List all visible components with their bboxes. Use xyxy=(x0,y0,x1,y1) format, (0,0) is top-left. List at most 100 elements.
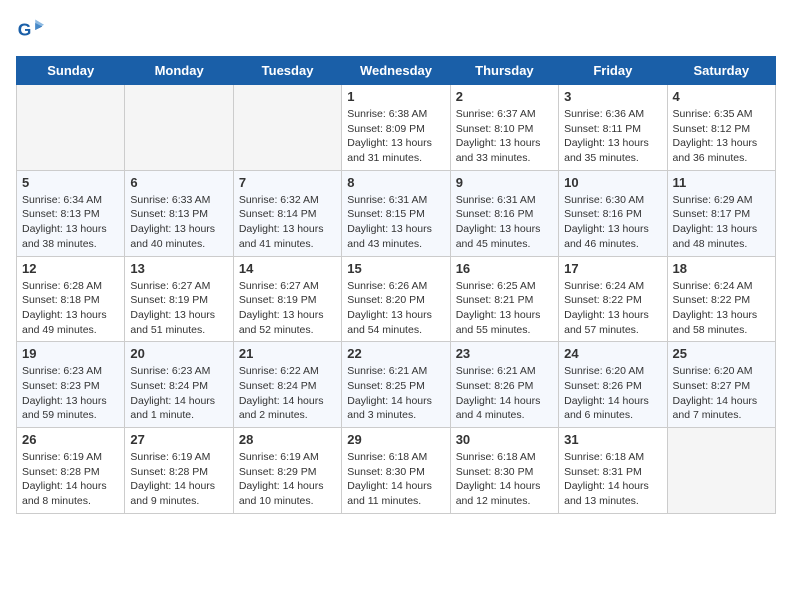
logo: G xyxy=(16,16,48,44)
day-number: 15 xyxy=(347,261,444,276)
day-number: 19 xyxy=(22,346,119,361)
day-info: Sunrise: 6:18 AM Sunset: 8:31 PM Dayligh… xyxy=(564,450,661,509)
calendar-cell xyxy=(17,85,125,171)
day-number: 3 xyxy=(564,89,661,104)
week-row-3: 12Sunrise: 6:28 AM Sunset: 8:18 PM Dayli… xyxy=(17,256,776,342)
weekday-header-monday: Monday xyxy=(125,57,233,85)
day-info: Sunrise: 6:19 AM Sunset: 8:28 PM Dayligh… xyxy=(130,450,227,509)
day-number: 6 xyxy=(130,175,227,190)
calendar-cell: 19 Sunrise: 6:23 AM Sunset: 8:23 PM Dayli… xyxy=(17,342,125,428)
day-info: Sunrise: 6:35 AM Sunset: 8:12 PM Dayligh… xyxy=(673,107,770,166)
day-info: Sunrise: 6:29 AM Sunset: 8:17 PM Dayligh… xyxy=(673,193,770,252)
day-info: Sunrise: 6:23 AM Sunset: 8:23 PM Dayligh… xyxy=(22,364,119,423)
day-info: Sunrise: 6:19 AM Sunset: 8:28 PM Dayligh… xyxy=(22,450,119,509)
calendar-table: SundayMondayTuesdayWednesdayThursdayFrid… xyxy=(16,56,776,514)
day-info: Sunrise: 6:31 AM Sunset: 8:15 PM Dayligh… xyxy=(347,193,444,252)
calendar-cell: 11 Sunrise: 6:29 AM Sunset: 8:17 PM Dayli… xyxy=(667,170,775,256)
day-info: Sunrise: 6:36 AM Sunset: 8:11 PM Dayligh… xyxy=(564,107,661,166)
day-info: Sunrise: 6:25 AM Sunset: 8:21 PM Dayligh… xyxy=(456,279,553,338)
calendar-cell: 14Sunrise: 6:27 AM Sunset: 8:19 PM Dayli… xyxy=(233,256,341,342)
calendar-cell: 15 Sunrise: 6:26 AM Sunset: 8:20 PM Dayli… xyxy=(342,256,450,342)
day-number: 18 xyxy=(673,261,770,276)
weekday-header-tuesday: Tuesday xyxy=(233,57,341,85)
day-info: Sunrise: 6:26 AM Sunset: 8:20 PM Dayligh… xyxy=(347,279,444,338)
calendar-cell: 5 Sunrise: 6:34 AM Sunset: 8:13 PM Daylig… xyxy=(17,170,125,256)
day-number: 26 xyxy=(22,432,119,447)
svg-text:G: G xyxy=(18,19,32,39)
week-row-5: 26 Sunrise: 6:19 AM Sunset: 8:28 PM Dayli… xyxy=(17,428,776,514)
day-number: 30 xyxy=(456,432,553,447)
day-info: Sunrise: 6:19 AM Sunset: 8:29 PM Dayligh… xyxy=(239,450,336,509)
calendar-cell: 22Sunrise: 6:21 AM Sunset: 8:25 PM Dayli… xyxy=(342,342,450,428)
calendar-body: 1Sunrise: 6:38 AM Sunset: 8:09 PM Daylig… xyxy=(17,85,776,514)
day-number: 24 xyxy=(564,346,661,361)
calendar-cell xyxy=(667,428,775,514)
calendar-cell: 1Sunrise: 6:38 AM Sunset: 8:09 PM Daylig… xyxy=(342,85,450,171)
calendar-cell: 31 Sunrise: 6:18 AM Sunset: 8:31 PM Dayli… xyxy=(559,428,667,514)
day-info: Sunrise: 6:27 AM Sunset: 8:19 PM Dayligh… xyxy=(130,279,227,338)
calendar-cell xyxy=(233,85,341,171)
calendar-cell: 8 Sunrise: 6:31 AM Sunset: 8:15 PM Daylig… xyxy=(342,170,450,256)
day-number: 12 xyxy=(22,261,119,276)
calendar-cell: 10 Sunrise: 6:30 AM Sunset: 8:16 PM Dayli… xyxy=(559,170,667,256)
day-number: 25 xyxy=(673,346,770,361)
calendar-cell: 7 Sunrise: 6:32 AM Sunset: 8:14 PM Daylig… xyxy=(233,170,341,256)
weekday-header-wednesday: Wednesday xyxy=(342,57,450,85)
day-number: 28 xyxy=(239,432,336,447)
day-info: Sunrise: 6:20 AM Sunset: 8:26 PM Dayligh… xyxy=(564,364,661,423)
day-info: Sunrise: 6:24 AM Sunset: 8:22 PM Dayligh… xyxy=(564,279,661,338)
day-number: 11 xyxy=(673,175,770,190)
day-info: Sunrise: 6:24 AM Sunset: 8:22 PM Dayligh… xyxy=(673,279,770,338)
calendar-cell: 6Sunrise: 6:33 AM Sunset: 8:13 PM Daylig… xyxy=(125,170,233,256)
day-number: 4 xyxy=(673,89,770,104)
calendar-cell: 25 Sunrise: 6:20 AM Sunset: 8:27 PM Dayli… xyxy=(667,342,775,428)
day-info: Sunrise: 6:20 AM Sunset: 8:27 PM Dayligh… xyxy=(673,364,770,423)
calendar-cell: 18 Sunrise: 6:24 AM Sunset: 8:22 PM Dayli… xyxy=(667,256,775,342)
day-number: 10 xyxy=(564,175,661,190)
calendar-cell: 29 Sunrise: 6:18 AM Sunset: 8:30 PM Dayli… xyxy=(342,428,450,514)
day-number: 20 xyxy=(130,346,227,361)
day-number: 17 xyxy=(564,261,661,276)
calendar-cell: 12Sunrise: 6:28 AM Sunset: 8:18 PM Dayli… xyxy=(17,256,125,342)
day-number: 21 xyxy=(239,346,336,361)
day-number: 7 xyxy=(239,175,336,190)
day-number: 2 xyxy=(456,89,553,104)
calendar-cell: 2Sunrise: 6:37 AM Sunset: 8:10 PM Daylig… xyxy=(450,85,558,171)
header: G xyxy=(16,16,776,44)
weekday-header-row: SundayMondayTuesdayWednesdayThursdayFrid… xyxy=(17,57,776,85)
week-row-1: 1Sunrise: 6:38 AM Sunset: 8:09 PM Daylig… xyxy=(17,85,776,171)
day-info: Sunrise: 6:23 AM Sunset: 8:24 PM Dayligh… xyxy=(130,364,227,423)
week-row-4: 19 Sunrise: 6:23 AM Sunset: 8:23 PM Dayli… xyxy=(17,342,776,428)
day-info: Sunrise: 6:21 AM Sunset: 8:26 PM Dayligh… xyxy=(456,364,553,423)
calendar-cell: 17 Sunrise: 6:24 AM Sunset: 8:22 PM Dayli… xyxy=(559,256,667,342)
calendar-cell: 13 Sunrise: 6:27 AM Sunset: 8:19 PM Dayli… xyxy=(125,256,233,342)
weekday-header-sunday: Sunday xyxy=(17,57,125,85)
day-info: Sunrise: 6:34 AM Sunset: 8:13 PM Dayligh… xyxy=(22,193,119,252)
calendar-cell: 3 Sunrise: 6:36 AM Sunset: 8:11 PM Daylig… xyxy=(559,85,667,171)
day-info: Sunrise: 6:18 AM Sunset: 8:30 PM Dayligh… xyxy=(347,450,444,509)
calendar-cell: 9 Sunrise: 6:31 AM Sunset: 8:16 PM Daylig… xyxy=(450,170,558,256)
day-number: 5 xyxy=(22,175,119,190)
calendar-cell: 26 Sunrise: 6:19 AM Sunset: 8:28 PM Dayli… xyxy=(17,428,125,514)
day-number: 8 xyxy=(347,175,444,190)
calendar-cell: 23 Sunrise: 6:21 AM Sunset: 8:26 PM Dayli… xyxy=(450,342,558,428)
day-number: 27 xyxy=(130,432,227,447)
weekday-header-friday: Friday xyxy=(559,57,667,85)
day-number: 29 xyxy=(347,432,444,447)
day-number: 23 xyxy=(456,346,553,361)
day-number: 13 xyxy=(130,261,227,276)
day-info: Sunrise: 6:27 AM Sunset: 8:19 PM Dayligh… xyxy=(239,279,336,338)
week-row-2: 5 Sunrise: 6:34 AM Sunset: 8:13 PM Daylig… xyxy=(17,170,776,256)
calendar-cell: 20 Sunrise: 6:23 AM Sunset: 8:24 PM Dayli… xyxy=(125,342,233,428)
calendar-cell: 30Sunrise: 6:18 AM Sunset: 8:30 PM Dayli… xyxy=(450,428,558,514)
day-info: Sunrise: 6:30 AM Sunset: 8:16 PM Dayligh… xyxy=(564,193,661,252)
day-info: Sunrise: 6:32 AM Sunset: 8:14 PM Dayligh… xyxy=(239,193,336,252)
calendar-cell: 16Sunrise: 6:25 AM Sunset: 8:21 PM Dayli… xyxy=(450,256,558,342)
calendar-cell xyxy=(125,85,233,171)
calendar-cell: 24 Sunrise: 6:20 AM Sunset: 8:26 PM Dayli… xyxy=(559,342,667,428)
day-info: Sunrise: 6:31 AM Sunset: 8:16 PM Dayligh… xyxy=(456,193,553,252)
day-number: 1 xyxy=(347,89,444,104)
day-number: 31 xyxy=(564,432,661,447)
day-number: 9 xyxy=(456,175,553,190)
day-info: Sunrise: 6:22 AM Sunset: 8:24 PM Dayligh… xyxy=(239,364,336,423)
